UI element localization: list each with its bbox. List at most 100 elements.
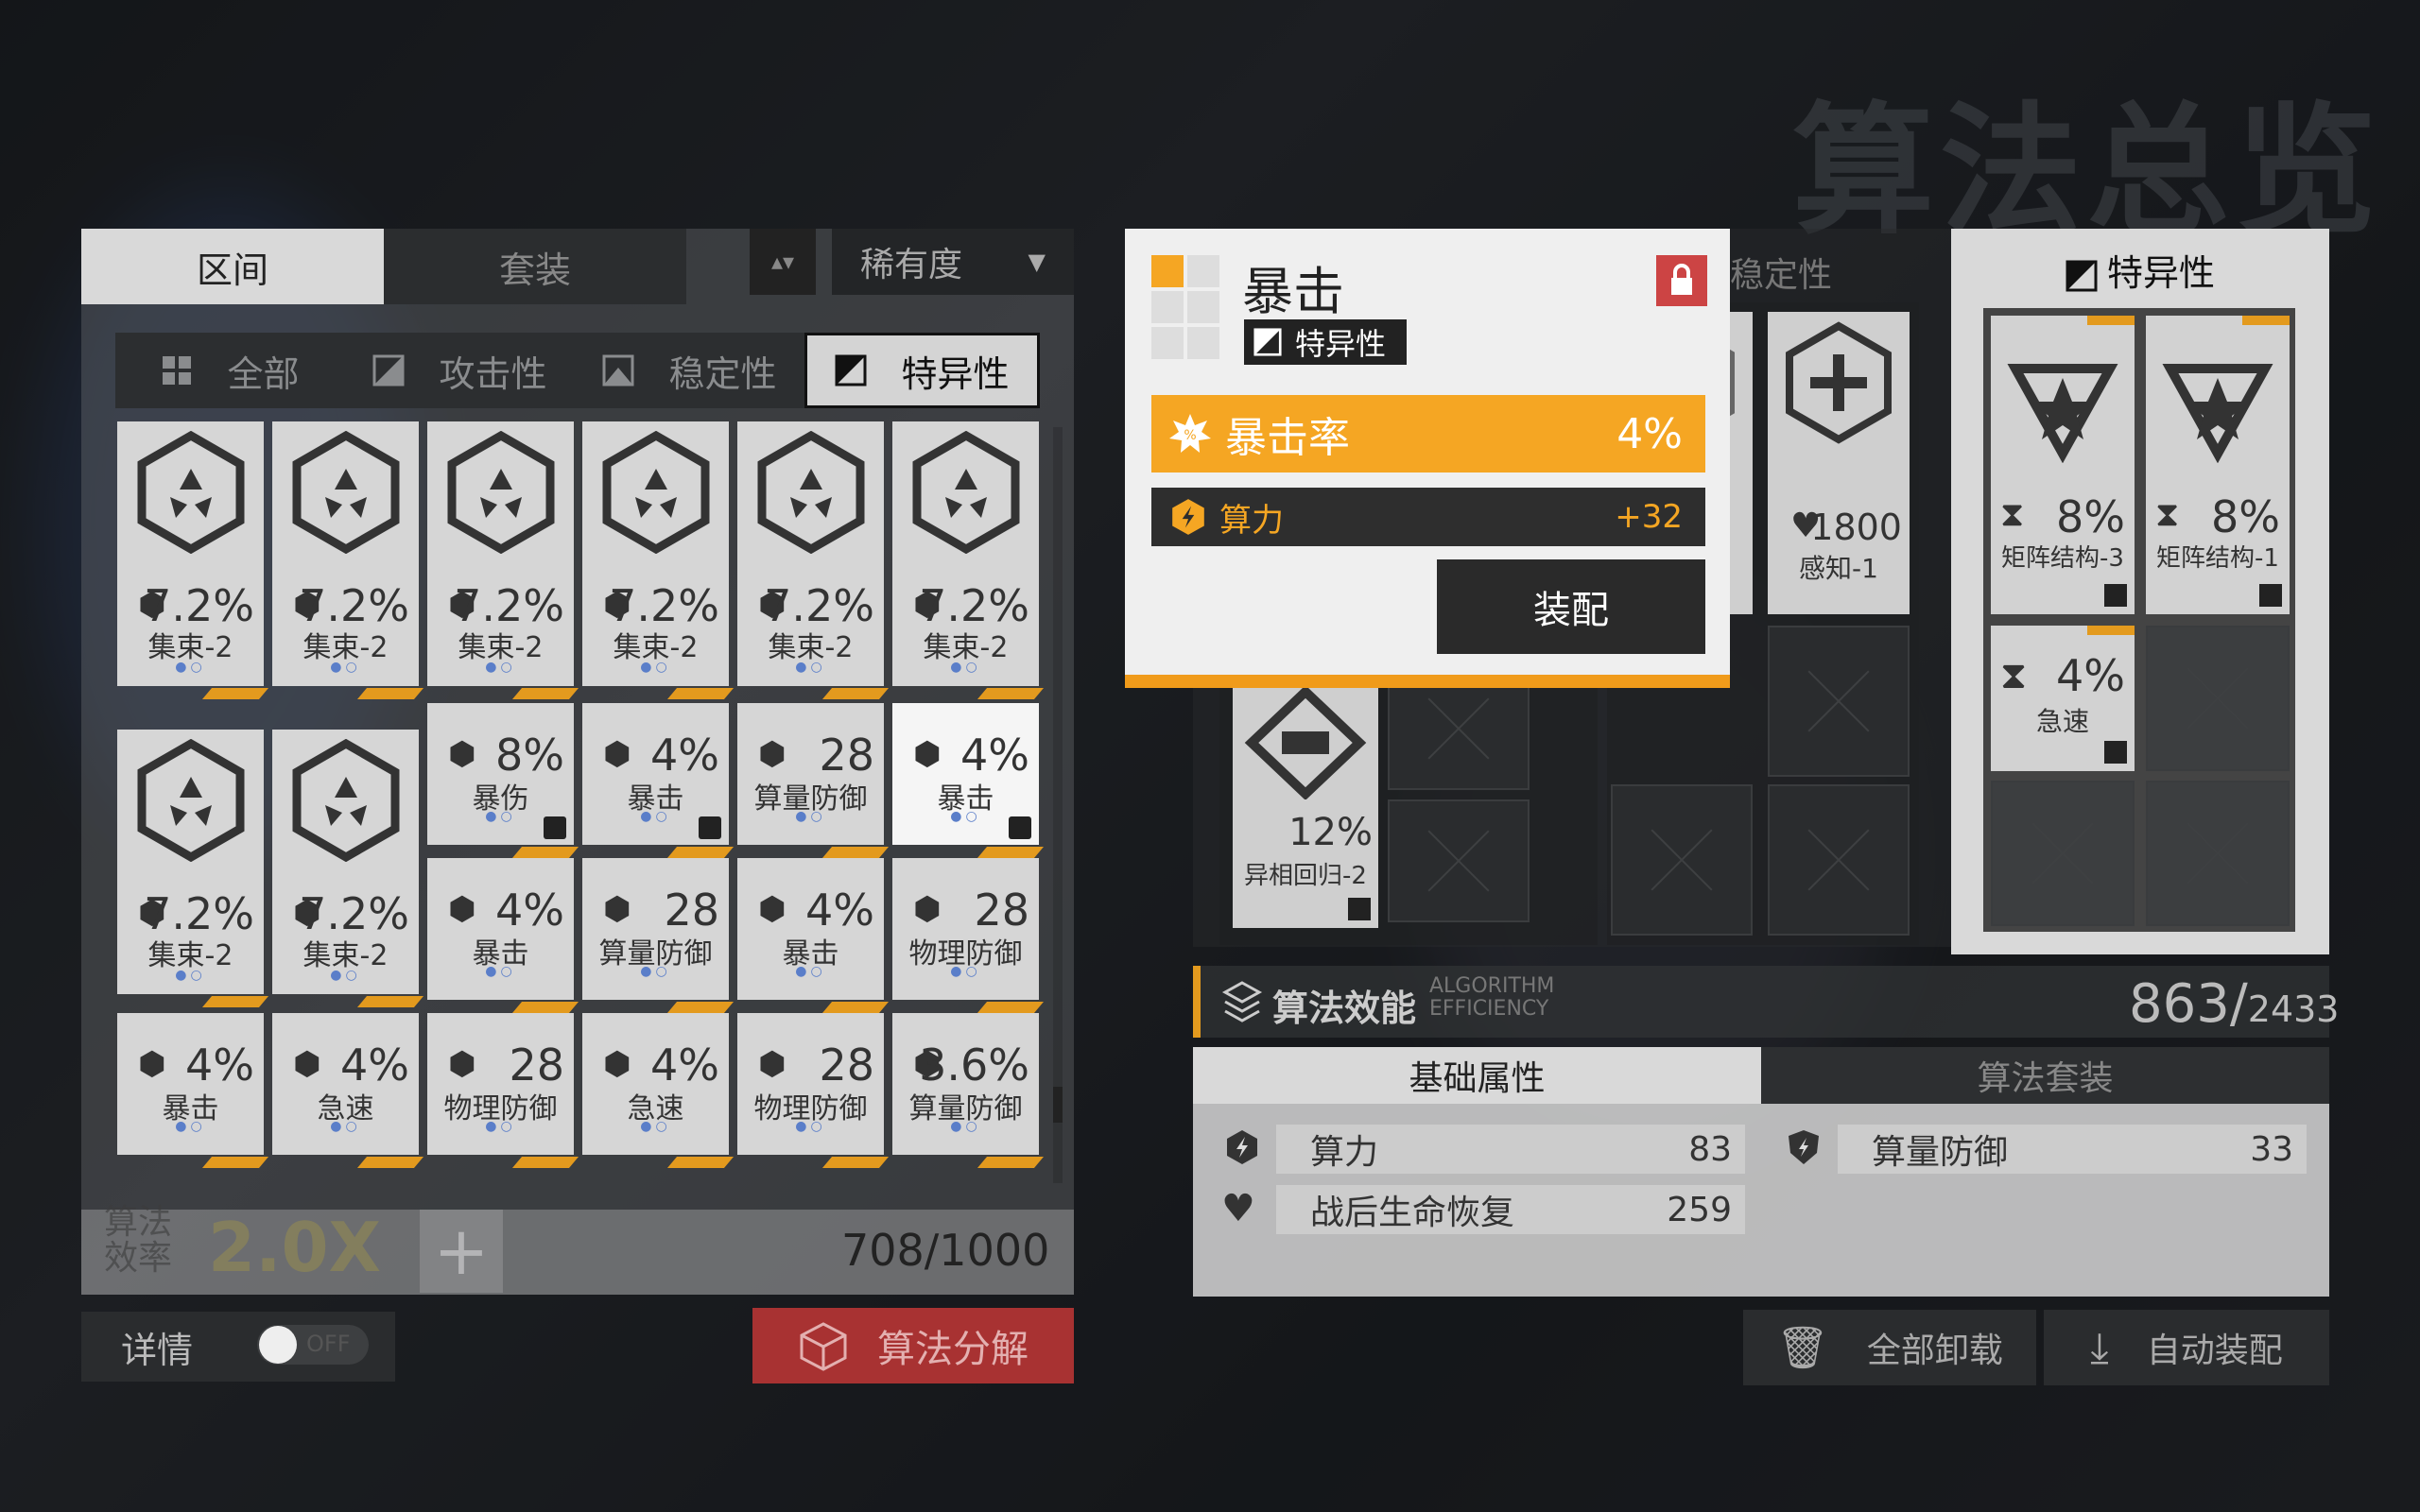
expand-capacity-button[interactable]: + [420,1210,503,1293]
algorithm-card[interactable]: ⬢ 7.2% 集束-2 ●○ [272,730,424,1007]
specificity-icon [835,354,867,387]
algorithm-card[interactable]: ⬢ 4% 急速 ●○ [272,1013,424,1168]
auto-equip-label: 自动装配 [2146,1332,2283,1370]
chevron-down-icon: ▼ [1028,249,1046,275]
filter-stability[interactable]: 稳定性 [575,333,804,408]
rarity-dots: ●○ [640,660,671,675]
filter-attack[interactable]: 攻击性 [345,333,575,408]
algorithm-card[interactable]: ⬢ 3.6% 算量防御 ●○ [892,1013,1044,1168]
attribute-tabs: 基础属性 算法套装 [1193,1047,2329,1104]
decompose-button[interactable]: 算法分解 [752,1308,1074,1383]
algorithm-card[interactable]: ⬢ 4% 暴击 ●○ [427,858,579,1013]
spec-slot-2[interactable]: ⧗ 8% 矩阵结构-1 [2146,316,2290,614]
algorithm-card[interactable]: ⬢ 7.2% 集束-2 ●○ [892,421,1044,699]
slot-empty[interactable] [1768,784,1910,936]
sort-order-button[interactable]: ▴▾ [750,229,816,295]
shield-icon [1789,1130,1819,1164]
slot-empty[interactable] [2146,626,2290,771]
download-icon: ⤓ [2090,1323,2109,1372]
stat-icon: ⬢ [603,890,631,928]
grid-scrollbar[interactable] [1053,427,1063,1183]
algorithm-emblem-icon [137,739,245,862]
algorithm-card[interactable]: ⬢ 28 算量防御 ●○ [582,858,735,1013]
lock-toggle-button[interactable] [1656,255,1707,306]
attr-row-algo-defense: 算量防御 33 [1838,1125,2307,1174]
algorithm-card[interactable]: ⬢ 4% 暴击 ●○ [737,858,890,1013]
card-value: 4% [805,885,874,936]
card-rarity-stripe [511,688,579,699]
efficiency-label: 算法效率 [104,1203,173,1278]
unequip-all-button[interactable]: 🗑 全部卸载 [1743,1310,2036,1385]
algorithm-card[interactable]: ⬢ 4% 暴击 ●○ [582,703,735,858]
spec-card-value: 4% [2056,650,2125,701]
algorithm-card[interactable]: ⬢ 28 物理防御 ●○ [427,1013,579,1168]
slot-empty[interactable] [1768,626,1910,777]
algorithm-card[interactable]: ⬢ 7.2% 集束-2 ●○ [117,730,269,1007]
tab-set[interactable]: 套装 [384,229,686,304]
card-rarity-stripe [977,847,1044,858]
filter-stability-label: 稳定性 [668,352,777,395]
stability-tab-label[interactable]: 稳定性 [1730,248,1832,297]
card-value: 4% [650,1040,719,1091]
algorithm-emblem-icon [447,431,555,554]
spec-slot-1[interactable]: ⧗ 8% 矩阵结构-3 [1991,316,2135,614]
algorithm-emblem-icon [292,739,400,862]
detail-toggle[interactable]: OFF [257,1325,369,1365]
rarity-dots: ●○ [485,1119,516,1134]
slot-attack-1[interactable]: 12% 异相回归-2 [1233,667,1378,928]
algorithm-card[interactable]: ⬢ 8% 暴伤 ●○ [427,703,579,858]
attr-label: 算力 [1310,1133,1379,1172]
slot-empty[interactable] [1388,799,1530,922]
algorithm-card[interactable]: ⬢ 4% 暴击 ●○ [117,1013,269,1168]
stat-icon: ⬢ [758,1045,786,1083]
algorithm-card[interactable]: ⬢ 7.2% 集束-2 ●○ [272,421,424,699]
spec-slot-3[interactable]: ⧗ 4% 急速 [1991,626,2135,771]
card-value: 3.6% [919,1040,1029,1091]
slot-card-name: 感知-1 [1799,553,1878,584]
tab-algorithm-sets[interactable]: 算法套装 [1761,1047,2329,1104]
rarity-dots: ●○ [175,660,206,675]
card-rarity-stripe [821,688,890,699]
efficiency-title: 算法效能 [1272,988,1417,1029]
slot-stability-2[interactable]: ♥ 1800 感知-1 [1768,312,1910,614]
attr-value: 83 [1688,1129,1732,1169]
filter-all[interactable]: 全部 [115,333,345,408]
hourglass-icon: ⧗ [2000,654,2028,697]
algorithm-card[interactable]: ⬢ 4% 暴击 ●○ [892,703,1044,858]
algorithm-card[interactable]: ⬢ 28 物理防御 ●○ [892,858,1044,1013]
slot-empty[interactable] [1991,781,2135,926]
card-rarity-stripe [821,1157,890,1168]
filter-specificity[interactable]: 特异性 [804,333,1040,408]
card-rarity-stripe [201,1157,269,1168]
sort-select[interactable]: 稀有度 ▼ [832,229,1074,295]
equip-button[interactable]: 装配 [1437,559,1705,654]
tab-basic-attributes[interactable]: 基础属性 [1193,1047,1761,1104]
card-value: 28 [509,1040,564,1091]
hourglass-icon: ⧗ [2155,495,2180,534]
slot-empty[interactable] [2146,781,2290,926]
grid-scroll-thumb[interactable] [1053,1087,1063,1123]
algorithm-card[interactable]: ⬢ 7.2% 集束-2 ●○ [737,421,890,699]
rarity-dots: ●○ [795,1119,826,1134]
rarity-dots: ●○ [485,660,516,675]
algorithm-card[interactable]: ⬢ 7.2% 集束-2 ●○ [582,421,735,699]
category-filter: 全部 攻击性 稳定性 特异性 [115,333,1040,408]
main-stat-value: 4% [1616,409,1683,458]
stat-icon: ⬢ [913,890,942,928]
algorithm-card[interactable]: ⬢ 7.2% 集束-2 ●○ [427,421,579,699]
card-value: 4% [185,1040,254,1091]
slot-empty[interactable] [1611,784,1753,936]
algorithm-card[interactable]: ⬢ 28 物理防御 ●○ [737,1013,890,1168]
sub-stat-label: 算力 [1219,501,1284,540]
algorithm-card[interactable]: ⬢ 7.2% 集束-2 ●○ [117,421,269,699]
efficiency-max: 2433 [2247,988,2340,1030]
algorithm-card[interactable]: ⬢ 28 算量防御 ●○ [737,703,890,858]
algorithm-grid: ⬢ 7.2% 集束-2 ●○ ⬢ 7.2% 集束-2 ●○ ⬢ 7.2% 集束-2 ●○ ⬢ 7.2% 集束… [117,418,1044,1202]
tab-range[interactable]: 区间 [81,229,384,304]
auto-equip-button[interactable]: ⤓ 自动装配 [2044,1310,2329,1385]
card-value: 28 [819,1040,874,1091]
algorithm-card[interactable]: ⬢ 4% 急速 ●○ [582,1013,735,1168]
lock-icon [2104,584,2127,607]
filter-attack-label: 攻击性 [439,352,547,395]
cross-emblem-icon [1786,321,1892,444]
